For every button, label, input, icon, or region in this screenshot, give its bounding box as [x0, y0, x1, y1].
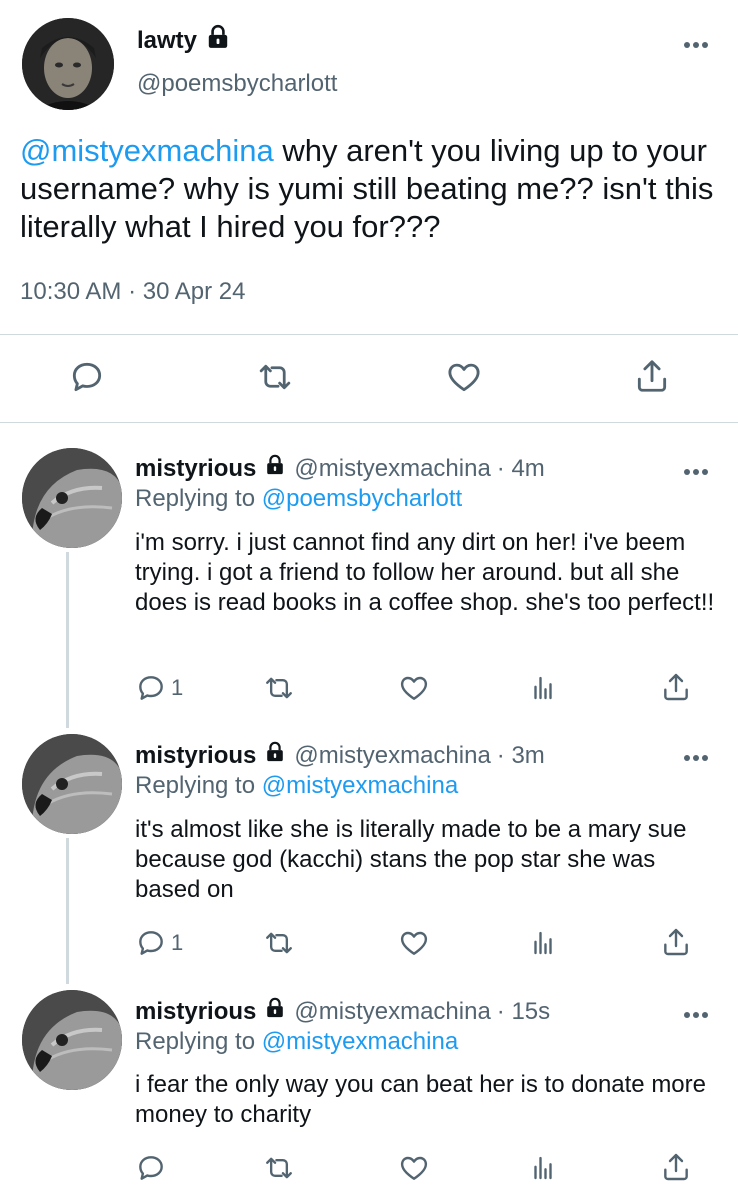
replying-to: Replying to @mistyexmachina	[135, 772, 458, 800]
reply-text: it's almost like she is literally made t…	[135, 816, 687, 903]
retweet-icon	[262, 1152, 296, 1184]
retweet-button[interactable]	[262, 927, 296, 959]
replying-label: Replying to	[135, 772, 262, 799]
reply-button[interactable]	[135, 1152, 171, 1184]
reply-icon	[135, 672, 167, 704]
retweet-icon	[255, 358, 295, 396]
analytics-icon	[528, 927, 558, 959]
lock-icon	[205, 24, 231, 57]
share-icon	[660, 925, 692, 959]
author-name[interactable]: lawty	[137, 24, 231, 57]
reply-text: i'm sorry. i just cannot find any dirt o…	[135, 529, 715, 616]
avatar[interactable]	[22, 734, 122, 834]
timestamp[interactable]: · 15s	[497, 998, 550, 1026]
reply-button[interactable]	[68, 358, 106, 396]
like-button[interactable]	[397, 1152, 431, 1184]
analytics-button[interactable]	[528, 1152, 558, 1184]
reply-text: i fear the only way you can beat her is …	[135, 1071, 706, 1128]
analytics-icon	[528, 1152, 558, 1184]
share-button[interactable]	[660, 670, 692, 704]
share-icon	[660, 1150, 692, 1184]
reply-header: mistyrious @mistyexmachina · 4m	[135, 454, 545, 483]
thread-line	[66, 552, 69, 728]
more-icon[interactable]	[683, 463, 709, 481]
replying-to-link[interactable]: @poemsbycharlott	[262, 485, 462, 512]
reply-header: mistyrious @mistyexmachina · 15s	[135, 997, 550, 1026]
share-icon	[660, 670, 692, 704]
handle[interactable]: @mistyexmachina	[294, 998, 490, 1026]
reply-icon	[68, 358, 106, 396]
avatar[interactable]	[22, 990, 122, 1090]
handle[interactable]: @mistyexmachina	[294, 742, 490, 770]
share-button[interactable]	[660, 1150, 692, 1184]
like-button[interactable]	[397, 672, 431, 704]
avatar[interactable]	[22, 448, 122, 548]
more-icon[interactable]	[683, 36, 709, 54]
replying-label: Replying to	[135, 485, 262, 512]
analytics-button[interactable]	[528, 672, 558, 704]
mention-link[interactable]: @mistyexmachina	[20, 133, 274, 168]
timestamp[interactable]: · 3m	[497, 742, 545, 770]
analytics-icon	[528, 672, 558, 704]
reply-header: mistyrious @mistyexmachina · 3m	[135, 741, 545, 770]
retweet-button[interactable]	[262, 672, 296, 704]
share-button[interactable]	[633, 356, 671, 396]
analytics-button[interactable]	[528, 927, 558, 959]
lock-icon	[264, 997, 286, 1026]
retweet-button[interactable]	[262, 1152, 296, 1184]
more-icon[interactable]	[683, 749, 709, 767]
like-icon	[444, 358, 484, 396]
handle[interactable]: @mistyexmachina	[294, 455, 490, 483]
tweet-text: @mistyexmachina why aren't you living up…	[20, 132, 720, 246]
reply-count: 1	[171, 675, 184, 700]
timestamp[interactable]: · 4m	[497, 455, 545, 483]
more-icon[interactable]	[683, 1006, 709, 1024]
reply-button[interactable]: 1	[135, 672, 183, 704]
like-button[interactable]	[444, 358, 484, 396]
thread-line	[66, 838, 69, 984]
retweet-icon	[262, 672, 296, 704]
divider	[0, 334, 738, 335]
display-name[interactable]: mistyrious	[135, 742, 256, 770]
author-handle[interactable]: @poemsbycharlott	[137, 70, 337, 98]
lock-icon	[264, 454, 286, 483]
like-icon	[397, 672, 431, 704]
like-icon	[397, 1152, 431, 1184]
like-button[interactable]	[397, 927, 431, 959]
retweet-icon	[262, 927, 296, 959]
avatar[interactable]	[22, 18, 114, 110]
display-name[interactable]: mistyrious	[135, 998, 256, 1026]
display-name[interactable]: mistyrious	[135, 455, 256, 483]
divider	[0, 422, 738, 423]
replying-to: Replying to @mistyexmachina	[135, 1028, 458, 1056]
replying-to: Replying to @poemsbycharlott	[135, 485, 462, 513]
display-name[interactable]: lawty	[137, 27, 197, 55]
share-button[interactable]	[660, 925, 692, 959]
replying-to-link[interactable]: @mistyexmachina	[262, 1028, 458, 1055]
reply-icon	[135, 1152, 167, 1184]
share-icon	[633, 356, 671, 396]
reply-count: 1	[171, 930, 184, 955]
tweet-timestamp[interactable]: 10:30 AM · 30 Apr 24	[20, 278, 245, 306]
replying-label: Replying to	[135, 1028, 262, 1055]
retweet-button[interactable]	[255, 358, 295, 396]
like-icon	[397, 927, 431, 959]
reply-icon	[135, 927, 167, 959]
replying-to-link[interactable]: @mistyexmachina	[262, 772, 458, 799]
reply-button[interactable]: 1	[135, 927, 183, 959]
lock-icon	[264, 741, 286, 770]
